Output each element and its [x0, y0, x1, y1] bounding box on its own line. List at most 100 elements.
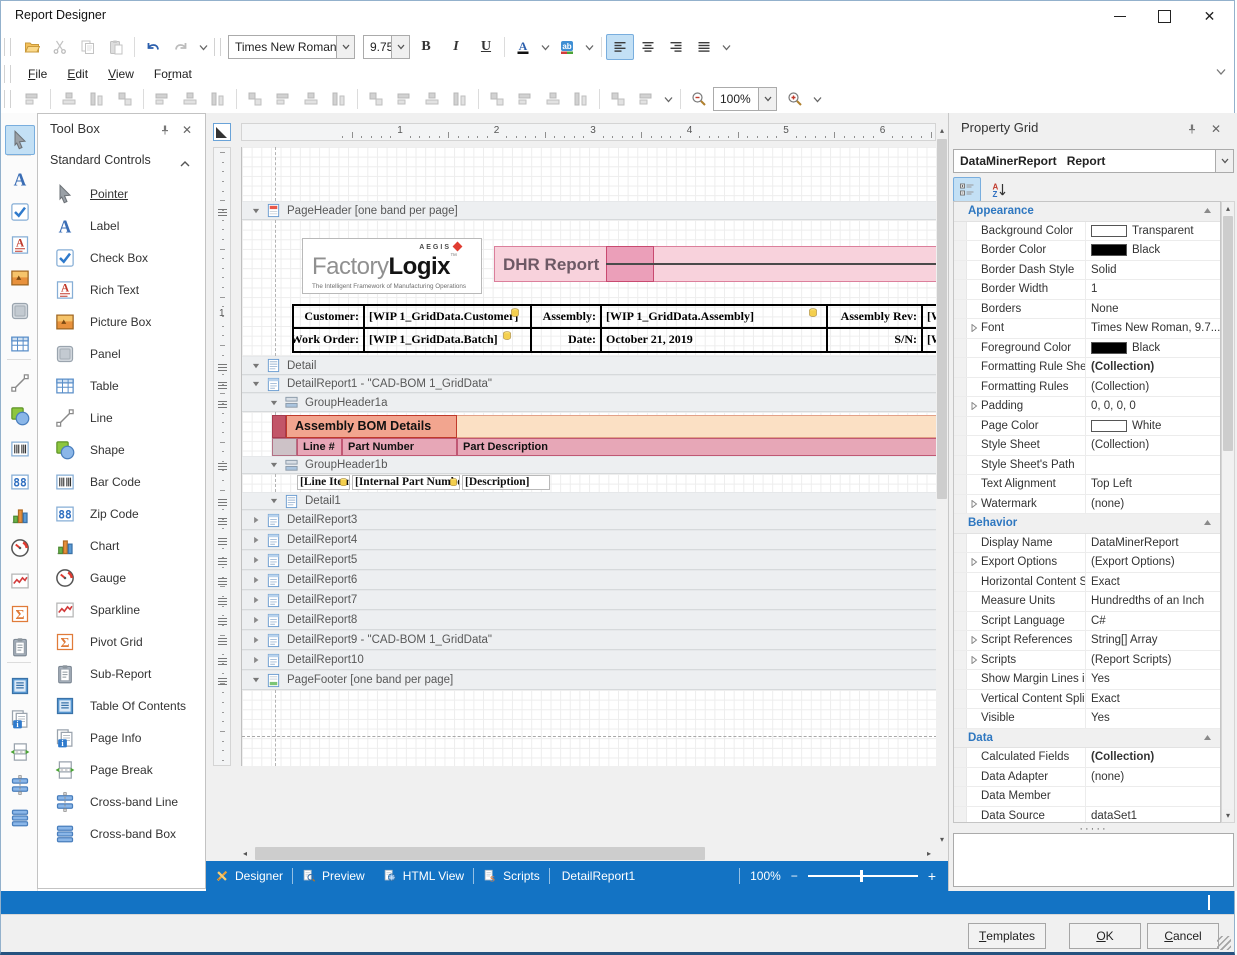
strip-item-table-of-contents[interactable] — [5, 671, 35, 701]
property-row-script-references[interactable]: Script ReferencesString[] Array — [954, 631, 1220, 651]
property-row-style-sheet-s-path[interactable]: Style Sheet's Path — [954, 456, 1220, 476]
strip-item-cross-band-box[interactable] — [5, 803, 35, 833]
property-value[interactable]: Times New Roman, 9.7... — [1086, 319, 1220, 338]
align-right-button[interactable] — [662, 34, 690, 60]
band-header-groupheader1b[interactable]: GroupHeader1b — [242, 456, 936, 474]
strip-item-cross-band-line[interactable] — [5, 770, 35, 800]
info-table-cell[interactable]: Date: — [532, 329, 602, 352]
band-header-detailreport6[interactable]: DetailReport6 — [242, 570, 936, 590]
font-name-combo[interactable]: Times New Roman — [228, 35, 355, 59]
page-header-band-content[interactable]: AEGISFactoryLogix™The Intelligent Framew… — [242, 220, 936, 356]
toolbox-item-zip-code[interactable]: 88Zip Code — [38, 498, 205, 530]
toolbox-item-check-box[interactable]: Check Box — [38, 242, 205, 274]
font-size-combo[interactable]: 9.75 — [363, 35, 410, 59]
alphabetical-sort-button[interactable]: AZ — [985, 177, 1013, 202]
property-value[interactable]: Exact — [1086, 690, 1220, 709]
property-value[interactable]: (Export Options) — [1086, 553, 1220, 572]
expand-band-icon[interactable] — [250, 555, 262, 565]
collapse-band-icon[interactable] — [250, 361, 262, 371]
toolbox-item-bar-code[interactable]: Bar Code — [38, 466, 205, 498]
toolbar-grip[interactable] — [4, 90, 11, 108]
scroll-right-icon[interactable]: ▸ — [922, 846, 936, 861]
band-header-groupheader1a[interactable]: GroupHeader1a — [242, 393, 936, 412]
band-header-detailreport5[interactable]: DetailReport5 — [242, 550, 936, 570]
info-table-cell[interactable]: [W — [923, 329, 936, 352]
chevron-down-icon[interactable] — [336, 36, 354, 58]
redo-button[interactable] — [167, 34, 195, 60]
scroll-left-icon[interactable]: ◂ — [238, 846, 252, 861]
paste-button[interactable] — [102, 34, 130, 60]
strip-item-sparkline[interactable] — [5, 566, 35, 596]
expand-band-icon[interactable] — [250, 635, 262, 645]
collapse-band-icon[interactable] — [250, 379, 262, 389]
property-row-page-color[interactable]: Page ColorWhite — [954, 417, 1220, 437]
toolbox-item-cross-band-box[interactable]: Cross-band Box — [38, 818, 205, 850]
strip-item-sub-report[interactable] — [5, 632, 35, 662]
property-category-data[interactable]: Data — [954, 729, 1220, 749]
toolbox-item-sub-report[interactable]: Sub-Report — [38, 658, 205, 690]
bound-field-cell[interactable]: [Description] — [462, 475, 550, 490]
info-table-cell[interactable]: S/N: — [828, 329, 923, 352]
highlight-chevron-button[interactable] — [581, 34, 597, 60]
toolbox-item-sparkline[interactable]: Sparkline — [38, 594, 205, 626]
strip-item-picture-box[interactable] — [5, 263, 35, 293]
property-row-data-adapter[interactable]: Data Adapter(none) — [954, 768, 1220, 788]
property-row-script-language[interactable]: Script LanguageC# — [954, 612, 1220, 632]
strip-item-gauge[interactable] — [5, 533, 35, 563]
property-category-behavior[interactable]: Behavior — [954, 514, 1220, 534]
zoom-level-combo[interactable]: 100% — [713, 87, 777, 111]
toolbox-item-page-break[interactable]: Page Break — [38, 754, 205, 786]
cut-button[interactable] — [46, 34, 74, 60]
bold-button[interactable]: B — [412, 34, 440, 60]
info-table-cell[interactable]: [W — [923, 306, 936, 329]
chevron-down-icon[interactable] — [758, 88, 776, 110]
underline-button[interactable]: U — [472, 34, 500, 60]
strip-item-zip-code[interactable]: 88 — [5, 467, 35, 497]
scroll-down-icon[interactable]: ▾ — [1222, 809, 1234, 822]
property-value[interactable]: (none) — [1086, 768, 1220, 787]
zoom-chevron-button[interactable] — [809, 86, 825, 112]
bom-title-cell[interactable]: Assembly BOM Details — [286, 415, 457, 438]
band-header-detail1[interactable]: Detail1 — [242, 492, 936, 510]
property-row-border-width[interactable]: Border Width1 — [954, 280, 1220, 300]
strip-item-check-box[interactable] — [5, 197, 35, 227]
bom-peach-cell[interactable] — [457, 415, 936, 438]
property-value[interactable]: Transparent — [1086, 222, 1220, 241]
tab-preview[interactable]: Preview — [293, 861, 374, 891]
close-panel-icon[interactable]: ✕ — [179, 122, 195, 138]
tab-designer[interactable]: Designer — [206, 861, 292, 891]
menubar-overflow-chevron[interactable] — [1216, 68, 1226, 76]
toolbox-item-table[interactable]: Table — [38, 370, 205, 402]
toolbar-grip[interactable] — [4, 65, 11, 83]
zoom-in-button[interactable] — [781, 86, 809, 112]
band-header-pageheader-one-band-per-page[interactable]: PageHeader [one band per page] — [242, 201, 936, 220]
bom-column-header[interactable]: Line # — [297, 438, 342, 456]
align-justify-button[interactable] — [690, 34, 718, 60]
property-grid-scrollbar[interactable]: ▴ ▾ — [1221, 201, 1235, 823]
bom-row-marker[interactable] — [272, 415, 286, 438]
horizontal-ruler[interactable]: 123456 — [241, 123, 936, 141]
templates-button[interactable]: Templates — [968, 923, 1046, 949]
property-value[interactable]: Exact — [1086, 573, 1220, 592]
strip-item-page-info[interactable]: i — [5, 704, 35, 734]
property-value[interactable]: (Collection) — [1086, 436, 1220, 455]
scroll-up-icon[interactable]: ▴ — [936, 123, 948, 137]
highlight-color-button[interactable]: ab — [553, 34, 581, 60]
zoom-slider-plus[interactable]: + — [928, 868, 936, 884]
property-row-calculated-fields[interactable]: Calculated Fields(Collection) — [954, 748, 1220, 768]
property-value[interactable]: DataMinerReport — [1086, 534, 1220, 553]
band-header-detailreport9-cad-bom-1-griddata[interactable]: DetailReport9 - "CAD-BOM 1_GridData" — [242, 630, 936, 650]
bom-header-marker[interactable] — [272, 438, 297, 456]
vertical-scrollbar[interactable]: ▴ ▾ — [936, 123, 948, 846]
toolbox-item-panel[interactable]: Panel — [38, 338, 205, 370]
info-table-cell[interactable]: Customer: — [294, 306, 365, 329]
undo-redo-chevron-button[interactable] — [195, 34, 211, 60]
report-info-table[interactable]: Customer:[WIP 1_GridData.Customer]Assemb… — [292, 304, 936, 353]
bom-column-header[interactable]: Part Number — [342, 438, 457, 456]
menu-view[interactable]: View — [98, 65, 144, 83]
property-value[interactable]: (Collection) — [1086, 748, 1220, 767]
bound-field-cell[interactable]: [Internal Part Number] — [352, 475, 460, 490]
toolbar-grip[interactable] — [4, 38, 11, 56]
toolbox-item-shape[interactable]: Shape — [38, 434, 205, 466]
property-value[interactable]: C# — [1086, 612, 1220, 631]
